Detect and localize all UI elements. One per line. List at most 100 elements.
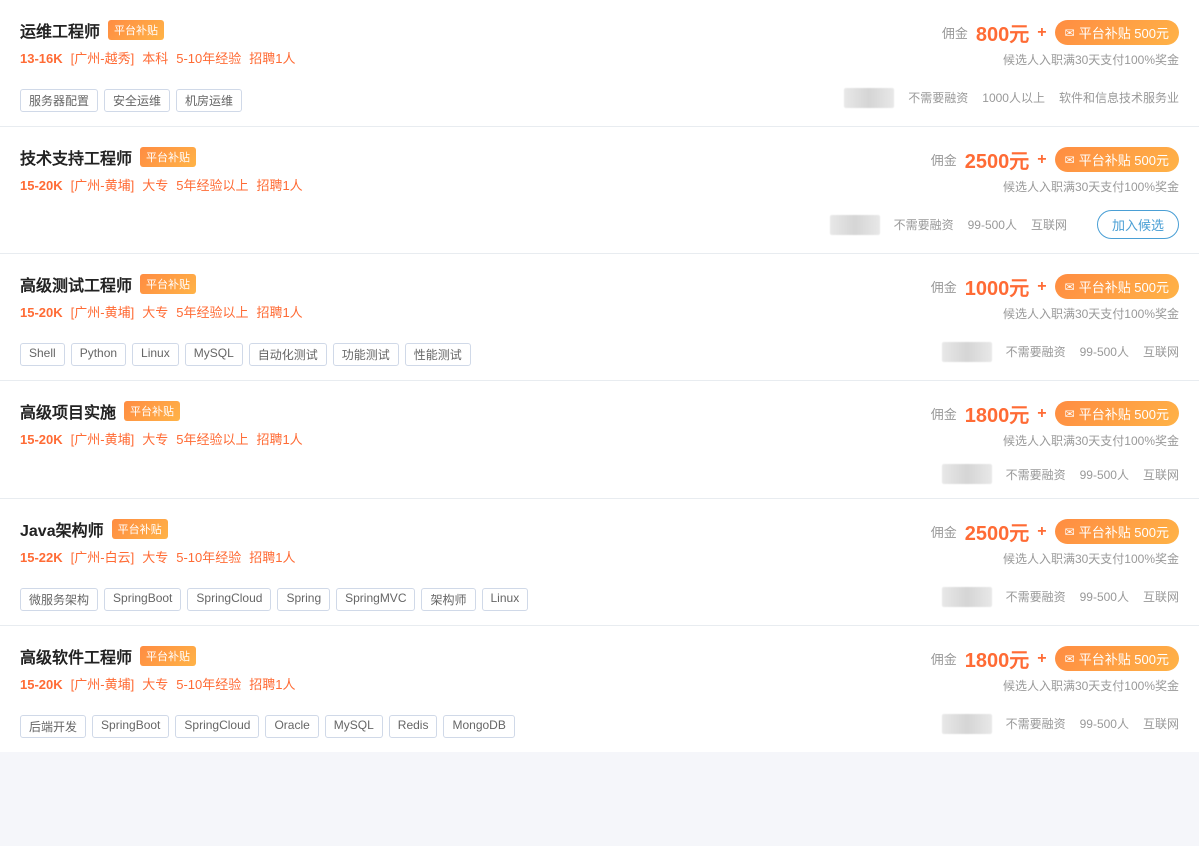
job-title[interactable]: 运维工程师 xyxy=(20,18,100,42)
skill-tag[interactable]: 自动化测试 xyxy=(249,343,327,366)
platform-bonus-badge: ✉平台补贴 500元 xyxy=(1055,274,1179,299)
skill-tag[interactable]: MySQL xyxy=(185,343,243,366)
location: [广州-白云] xyxy=(71,550,135,565)
reward-amount: 800元 xyxy=(976,18,1029,47)
salary: 15-20K xyxy=(20,305,63,320)
job-title-row: 高级软件工程师平台补贴 xyxy=(20,644,759,668)
platform-badge: 平台补贴 xyxy=(140,147,196,167)
skill-tag[interactable]: SpringBoot xyxy=(104,588,181,611)
job-meta: 15-20K[广州-黄埔]大专5-10年经验招聘1人 xyxy=(20,674,759,693)
job-tags: 微服务架构 SpringBoot SpringCloud Spring SpringMV… xyxy=(20,588,528,611)
company-tag: 互联网 xyxy=(1143,466,1179,483)
skill-tag[interactable]: Linux xyxy=(482,588,529,611)
reward-note: 候选人入职满30天支付100%奖金 xyxy=(1003,432,1179,449)
skill-tag[interactable]: SpringBoot xyxy=(92,715,169,738)
job-item: 运维工程师平台补贴13-16K[广州-越秀]本科5-10年经验招聘1人佣金800… xyxy=(0,0,1199,127)
bonus-text: 平台补贴 500元 xyxy=(1079,277,1169,296)
job-tags: Shell Python Linux MySQL 自动化测试功能测试性能测试 xyxy=(20,343,471,366)
headcount: 招聘1人 xyxy=(249,677,295,692)
skill-tag[interactable]: 微服务架构 xyxy=(20,588,98,611)
mail-icon: ✉ xyxy=(1065,525,1075,539)
company-info-row: 不需要融资99-500人互联网 xyxy=(759,714,1179,734)
skill-tag[interactable]: Oracle xyxy=(265,715,318,738)
job-tags: 后端开发 SpringBoot SpringCloud Oracle MySQL Redi… xyxy=(20,715,515,738)
skill-tag[interactable]: Python xyxy=(71,343,126,366)
reward-plus: + xyxy=(1037,523,1046,541)
platform-badge: 平台补贴 xyxy=(112,519,168,539)
reward-prefix: 佣金 xyxy=(931,150,957,169)
job-title[interactable]: 高级项目实施 xyxy=(20,399,116,423)
job-right-section: 佣金1800元 + ✉平台补贴 500元候选人入职满30天支付100%奖金 xyxy=(759,644,1179,698)
job-title-row: Java架构师平台补贴 xyxy=(20,517,759,541)
education: 大专 xyxy=(142,432,168,447)
job-title-row: 高级测试工程师平台补贴 xyxy=(20,272,759,296)
reward-row: 佣金1800元 + ✉平台补贴 500元 xyxy=(931,399,1179,428)
reward-amount: 1800元 xyxy=(965,644,1030,673)
job-title-row: 技术支持工程师平台补贴 xyxy=(20,145,759,169)
skill-tag[interactable]: SpringMVC xyxy=(336,588,415,611)
job-title[interactable]: 技术支持工程师 xyxy=(20,145,132,169)
job-meta: 15-20K[广州-黄埔]大专5年经验以上招聘1人 xyxy=(20,302,759,321)
skill-tag[interactable]: 服务器配置 xyxy=(20,89,98,112)
experience: 5年经验以上 xyxy=(176,178,248,193)
job-top-row: 高级项目实施平台补贴 15-20K[广州-黄埔]大专5年经验以上招聘1人 佣金 180… xyxy=(20,399,1179,458)
job-title[interactable]: 高级测试工程师 xyxy=(20,272,132,296)
job-meta: 15-20K[广州-黄埔]大专5年经验以上招聘1人 xyxy=(20,429,759,448)
skill-tag[interactable]: 机房运维 xyxy=(176,89,242,112)
reward-note: 候选人入职满30天支付100%奖金 xyxy=(1003,51,1179,68)
skill-tag[interactable]: 架构师 xyxy=(421,588,475,611)
platform-bonus-badge: ✉平台补贴 500元 xyxy=(1055,147,1179,172)
skill-tag[interactable]: 功能测试 xyxy=(333,343,399,366)
company-logo xyxy=(942,714,992,734)
company-info-row: 不需要融资99-500人互联网加入候选 xyxy=(759,210,1179,239)
reward-row: 佣金800元 + ✉平台补贴 500元 xyxy=(942,18,1179,47)
reward-note: 候选人入职满30天支付100%奖金 xyxy=(1003,178,1179,195)
skill-tag[interactable]: 性能测试 xyxy=(405,343,471,366)
education: 大专 xyxy=(142,178,168,193)
experience: 5-10年经验 xyxy=(176,677,241,692)
job-title[interactable]: Java架构师 xyxy=(20,517,104,541)
education: 大专 xyxy=(142,677,168,692)
job-list: 运维工程师平台补贴13-16K[广州-越秀]本科5-10年经验招聘1人佣金800… xyxy=(0,0,1199,752)
job-right-section: 佣金2500元 + ✉平台补贴 500元候选人入职满30天支付100%奖金 xyxy=(759,145,1179,199)
platform-badge: 平台补贴 xyxy=(108,20,164,40)
job-top-row: 高级软件工程师平台补贴15-20K[广州-黄埔]大专5-10年经验招聘1人佣金1… xyxy=(20,644,1179,703)
reward-amount: 1800元 xyxy=(965,399,1030,428)
location: [广州-越秀] xyxy=(71,51,135,66)
platform-bonus-badge: ✉平台补贴 500元 xyxy=(1055,20,1179,45)
reward-note: 候选人入职满30天支付100%奖金 xyxy=(1003,305,1179,322)
skill-tag[interactable]: 安全运维 xyxy=(104,89,170,112)
skill-tag[interactable]: Redis xyxy=(389,715,438,738)
company-tag: 99-500人 xyxy=(1080,588,1129,605)
education: 大专 xyxy=(142,305,168,320)
job-bottom-row: 不需要融资99-500人互联网 xyxy=(20,464,1179,484)
skill-tag[interactable]: 后端开发 xyxy=(20,715,86,738)
reward-prefix: 佣金 xyxy=(931,404,957,423)
company-tag: 99-500人 xyxy=(1080,715,1129,732)
job-right-section: 佣金800元 + ✉平台补贴 500元候选人入职满30天支付100%奖金 xyxy=(759,18,1179,72)
skill-tag[interactable]: SpringCloud xyxy=(187,588,271,611)
reward-plus: + xyxy=(1037,650,1046,668)
join-candidate-button[interactable]: 加入候选 xyxy=(1097,210,1179,239)
company-tag: 不需要融资 xyxy=(1006,343,1066,360)
company-logo xyxy=(942,464,992,484)
salary: 15-20K xyxy=(20,432,63,447)
job-meta: 13-16K[广州-越秀]本科5-10年经验招聘1人 xyxy=(20,48,759,67)
skill-tag[interactable]: Spring xyxy=(277,588,330,611)
job-left-section: 高级测试工程师平台补贴 15-20K[广州-黄埔]大专5年经验以上招聘1人 xyxy=(20,272,759,331)
job-item: 技术支持工程师平台补贴15-20K[广州-黄埔]大专5年经验以上招聘1人佣金25… xyxy=(0,127,1199,254)
skill-tag[interactable]: Linux xyxy=(132,343,179,366)
skill-tag[interactable]: MySQL xyxy=(325,715,383,738)
job-title-row: 高级项目实施平台补贴 xyxy=(20,399,759,423)
skill-tag[interactable]: SpringCloud xyxy=(175,715,259,738)
job-top-row: 运维工程师平台补贴13-16K[广州-越秀]本科5-10年经验招聘1人佣金800… xyxy=(20,18,1179,77)
reward-row: 佣金1000元 + ✉平台补贴 500元 xyxy=(931,272,1179,301)
job-left-section: 高级项目实施平台补贴 15-20K[广州-黄埔]大专5年经验以上招聘1人 xyxy=(20,399,759,458)
job-item: Java架构师平台补贴15-22K[广州-白云]大专5-10年经验招聘1人佣金2… xyxy=(0,499,1199,626)
job-title[interactable]: 高级软件工程师 xyxy=(20,644,132,668)
job-meta: 15-20K[广州-黄埔]大专5年经验以上招聘1人 xyxy=(20,175,759,194)
platform-badge: 平台补贴 xyxy=(124,401,180,421)
skill-tag[interactable]: Shell xyxy=(20,343,65,366)
company-tag: 互联网 xyxy=(1143,715,1179,732)
skill-tag[interactable]: MongoDB xyxy=(443,715,514,738)
